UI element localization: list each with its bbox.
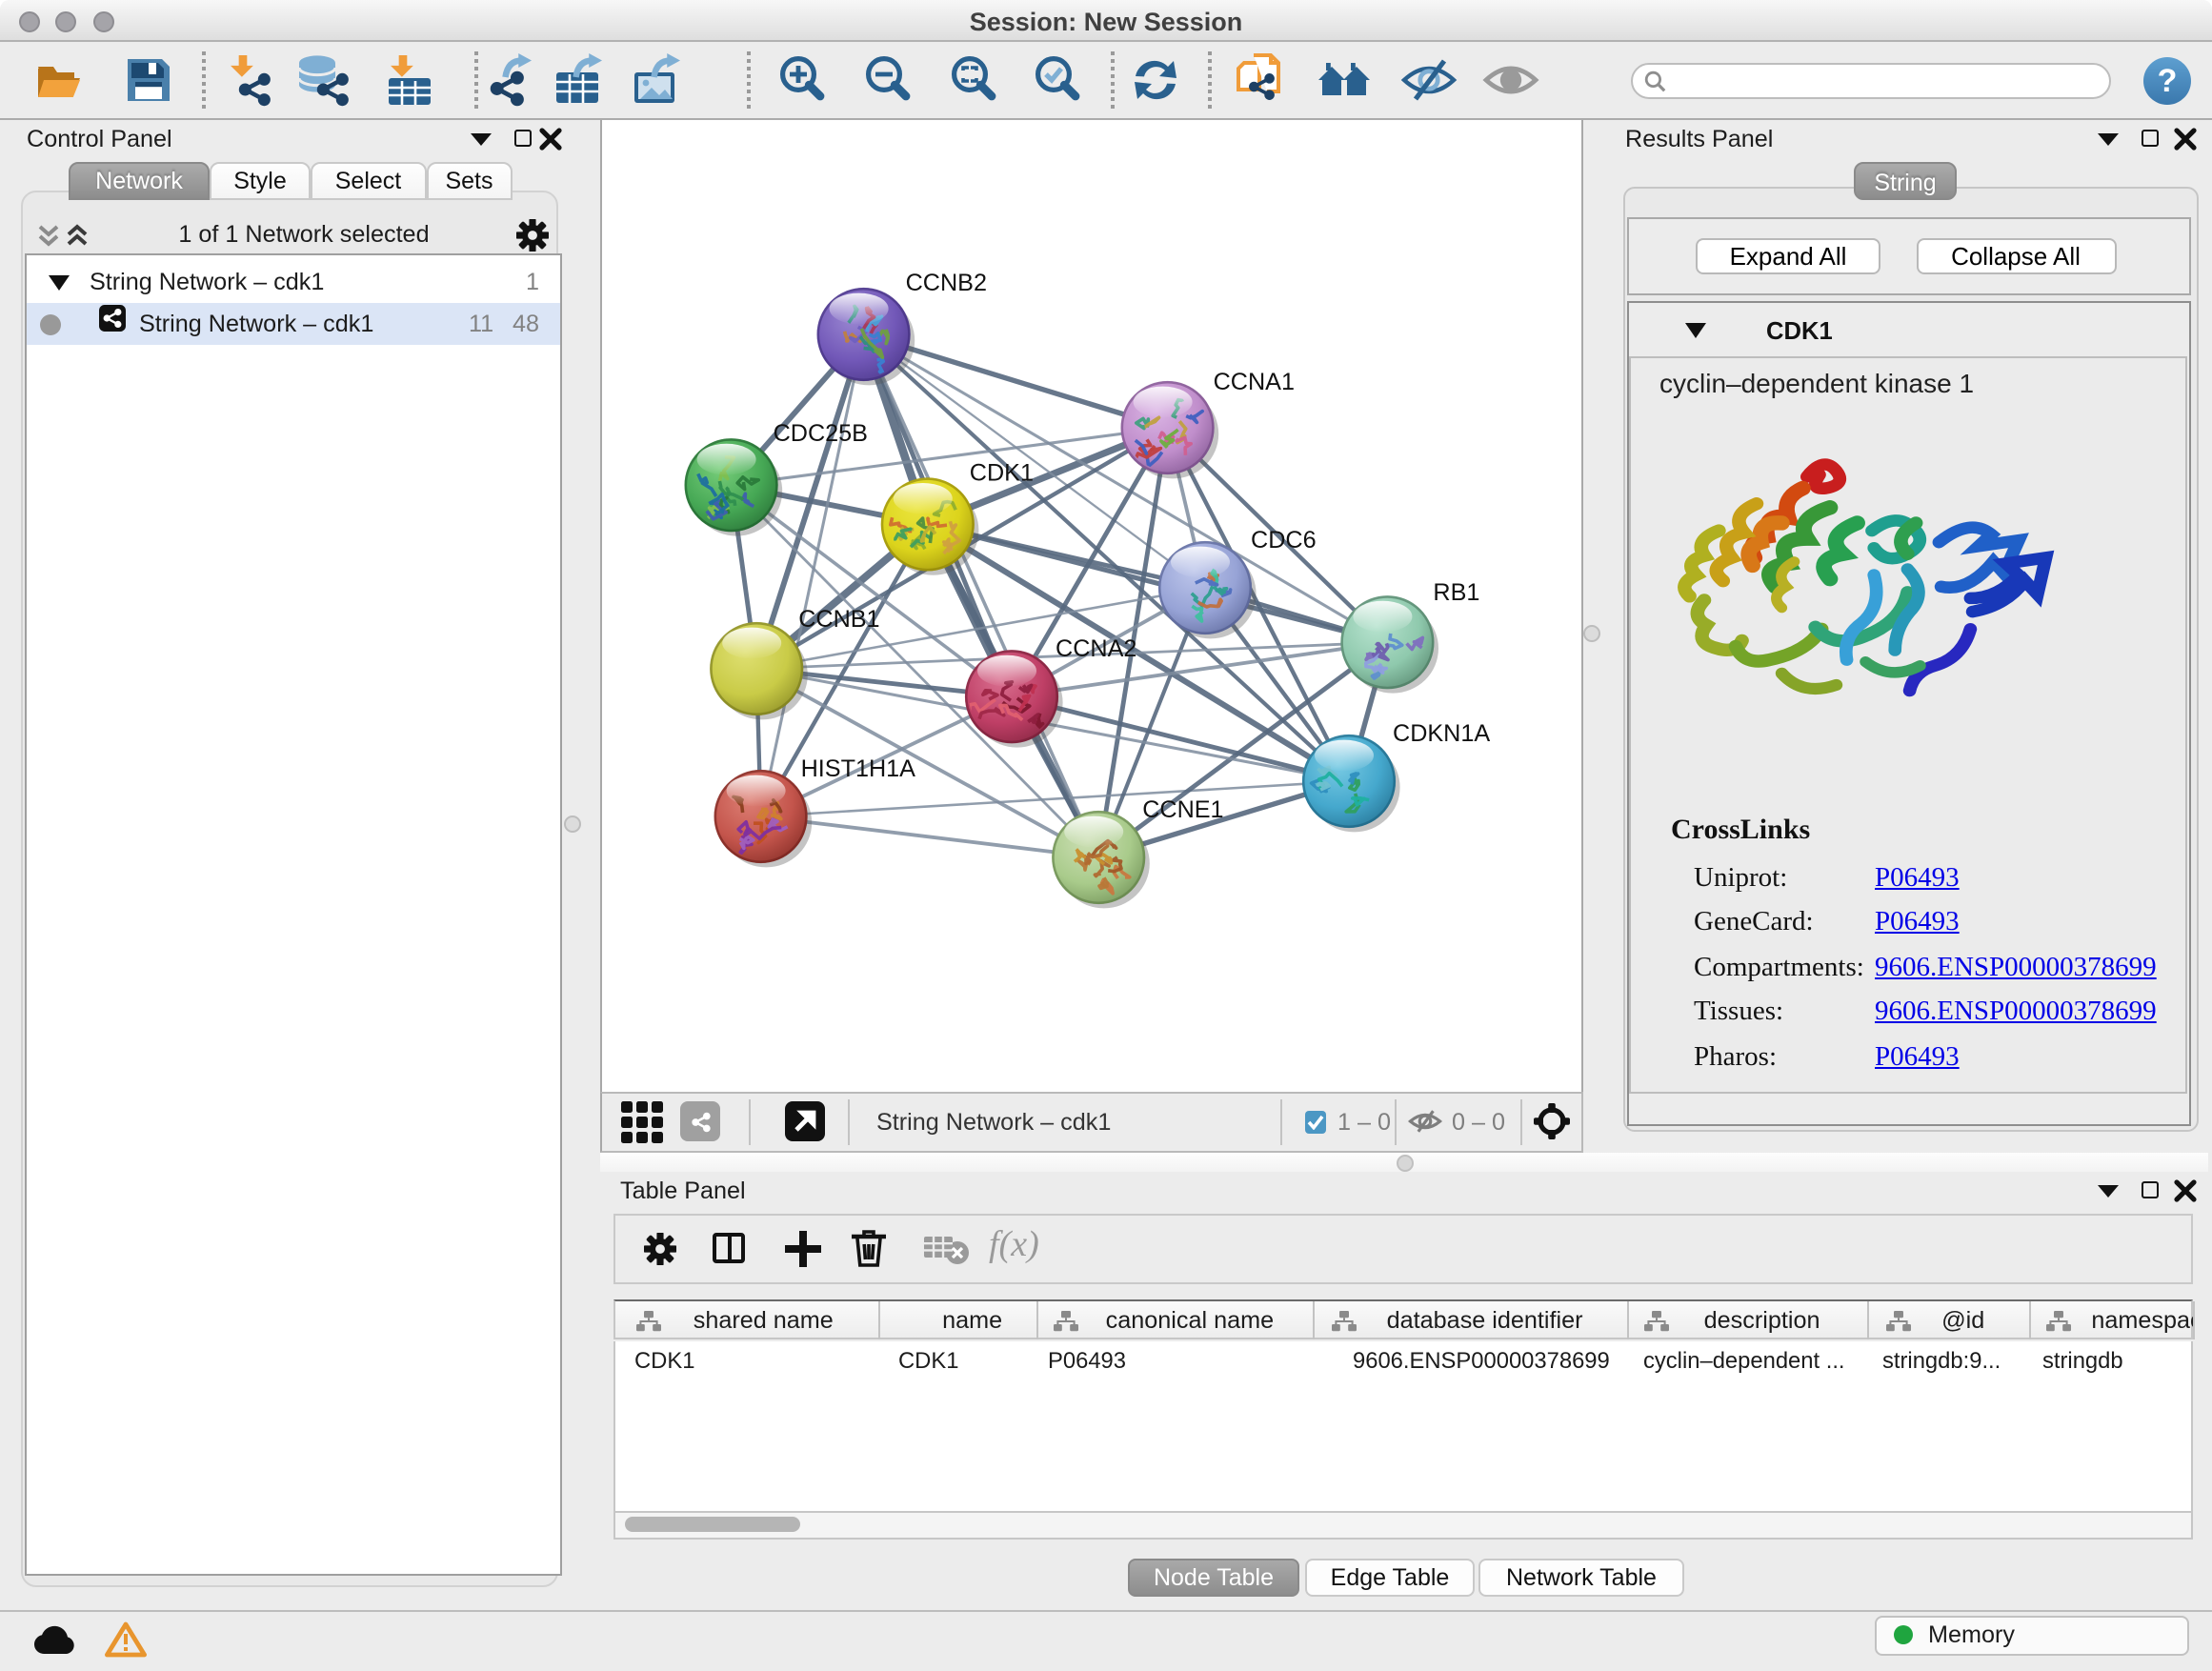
svg-text:CCNA2: CCNA2 <box>1055 634 1136 661</box>
svg-text:CDKN1A: CDKN1A <box>1392 719 1489 746</box>
svg-text:CDC6: CDC6 <box>1250 526 1316 553</box>
svg-text:CCNE1: CCNE1 <box>1141 795 1222 822</box>
svg-text:HIST1H1A: HIST1H1A <box>800 755 915 781</box>
svg-text:CDK1: CDK1 <box>969 458 1033 485</box>
svg-text:CCNA1: CCNA1 <box>1213 368 1294 394</box>
svg-text:CCNB1: CCNB1 <box>797 605 878 632</box>
svg-text:RB1: RB1 <box>1432 578 1478 605</box>
svg-text:CCNB2: CCNB2 <box>905 269 986 295</box>
svg-text:CDC25B: CDC25B <box>773 419 867 446</box>
